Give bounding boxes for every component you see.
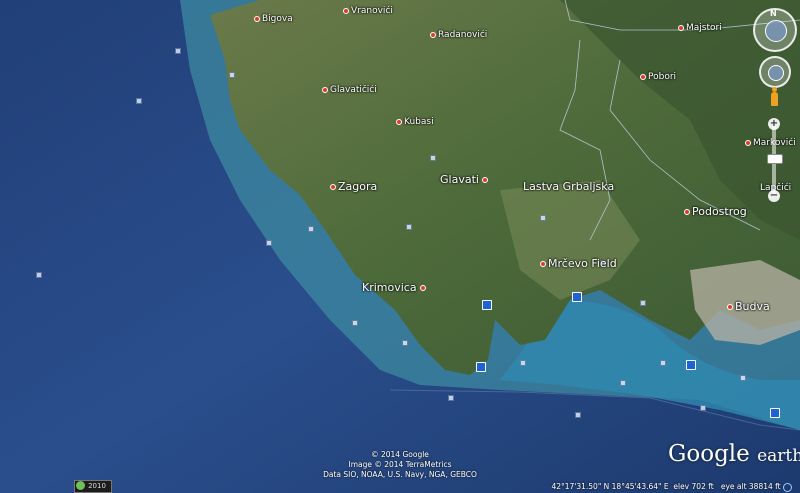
eye-alt-value: 38814 ft <box>748 482 781 491</box>
place-name: Krimovica <box>362 281 417 294</box>
place-name: Mrčevo Field <box>548 257 617 270</box>
place-dot-icon <box>419 285 426 291</box>
place-dot-icon <box>678 24 684 31</box>
place-dot-icon <box>745 139 751 146</box>
place-name: Pobori <box>648 72 677 82</box>
place-name: Bigova <box>262 14 293 24</box>
satellite-map[interactable] <box>0 0 800 493</box>
status-bar: 42°17'31.50" N 18°45'43.64" E elev 702 f… <box>0 480 800 493</box>
place-label-lastva[interactable]: Lastva Grbaljska <box>523 180 614 193</box>
photo-marker[interactable] <box>430 155 436 161</box>
google-earth-logo: Google earth <box>668 441 800 467</box>
coordinate-readout: 42°17'31.50" N 18°45'43.64" E elev 702 f… <box>551 482 792 492</box>
historical-imagery-icon[interactable] <box>76 481 85 490</box>
photo-marker[interactable] <box>308 226 314 232</box>
zoom-slider-thumb[interactable] <box>767 154 783 164</box>
place-name: Radanovići <box>438 30 488 40</box>
look-joystick[interactable] <box>765 20 787 42</box>
move-control[interactable] <box>759 56 791 88</box>
photo-marker[interactable] <box>520 360 526 366</box>
place-dot-icon <box>727 304 733 310</box>
place-label-glavati[interactable]: Glavati <box>440 173 490 186</box>
photo-marker[interactable] <box>740 375 746 381</box>
photo-marker[interactable] <box>700 405 706 411</box>
photo-pin[interactable] <box>770 408 780 418</box>
attribution-line: Data SIO, NOAA, U.S. Navy, NGA, GEBCO <box>323 470 477 479</box>
place-dot-icon <box>640 73 646 80</box>
place-label-pobori[interactable]: Pobori <box>640 72 676 82</box>
place-label-budva[interactable]: Budva <box>727 300 770 313</box>
place-label-mrcevo[interactable]: Mrčevo Field <box>540 257 617 270</box>
place-label-krimovica[interactable]: Krimovica <box>362 281 428 294</box>
place-label-vranovici[interactable]: Vranovići <box>343 6 393 16</box>
photo-marker[interactable] <box>402 340 408 346</box>
place-dot-icon <box>254 15 260 22</box>
compass-north-icon[interactable]: N <box>770 9 777 18</box>
photo-marker[interactable] <box>660 360 666 366</box>
zoom-in-button[interactable]: + <box>768 118 780 130</box>
place-label-zagora[interactable]: Zagora <box>330 180 377 193</box>
photo-pin[interactable] <box>482 300 492 310</box>
place-label-bigova[interactable]: Bigova <box>254 14 293 24</box>
place-name: Kubasi <box>404 117 434 127</box>
photo-marker[interactable] <box>620 380 626 386</box>
street-view-pegman-icon[interactable] <box>771 87 778 106</box>
place-label-kubasi[interactable]: Kubasi <box>396 117 434 127</box>
place-dot-icon <box>684 209 690 215</box>
place-name: Zagora <box>338 180 378 193</box>
place-name: Majstori <box>686 23 722 33</box>
map-attribution: © 2014 Google Image © 2014 TerraMetrics … <box>320 450 480 480</box>
place-name: Glavati <box>440 173 479 186</box>
place-dot-icon <box>343 7 349 14</box>
elevation-value: 702 ft <box>691 482 714 491</box>
streaming-status-icon <box>783 482 792 492</box>
photo-marker[interactable] <box>575 412 581 418</box>
place-dot-icon <box>540 261 546 267</box>
photo-marker[interactable] <box>266 240 272 246</box>
place-label-radanovici[interactable]: Radanovići <box>430 30 487 40</box>
place-dot-icon <box>481 177 488 183</box>
logo-earth-text: earth <box>757 446 800 466</box>
place-label-majstori[interactable]: Majstori <box>678 23 722 33</box>
photo-marker[interactable] <box>406 224 412 230</box>
photo-pin[interactable] <box>686 360 696 370</box>
place-name: Vranovići <box>351 6 393 16</box>
photo-pin[interactable] <box>476 362 486 372</box>
eye-alt-label: eye alt <box>720 482 747 491</box>
zoom-out-button[interactable]: − <box>768 190 780 202</box>
attribution-line: Image © 2014 TerraMetrics <box>348 460 452 469</box>
photo-marker[interactable] <box>540 215 546 221</box>
photo-marker[interactable] <box>229 72 235 78</box>
place-dot-icon <box>430 31 436 38</box>
photo-marker[interactable] <box>640 300 646 306</box>
photo-marker[interactable] <box>36 272 42 278</box>
place-name: Lastva Grbaljska <box>523 180 615 193</box>
place-name: Glavatičići <box>330 85 377 95</box>
place-dot-icon <box>330 184 336 190</box>
move-joystick[interactable] <box>768 65 784 81</box>
place-dot-icon <box>396 118 402 125</box>
place-label-markovici[interactable]: Markovići <box>745 138 796 148</box>
place-name: Podostrog <box>692 205 747 218</box>
photo-marker[interactable] <box>448 395 454 401</box>
place-label-podostrog[interactable]: Podostrog <box>684 205 747 218</box>
photo-marker[interactable] <box>175 48 181 54</box>
place-dot-icon <box>322 86 328 93</box>
place-label-glavatcici[interactable]: Glavatičići <box>322 85 377 95</box>
place-name: Budva <box>735 300 770 313</box>
photo-pin[interactable] <box>572 292 582 302</box>
photo-marker[interactable] <box>136 98 142 104</box>
imagery-year: 2010 <box>88 482 106 490</box>
elevation-label: elev <box>673 482 690 491</box>
attribution-line: © 2014 Google <box>371 450 429 459</box>
photo-marker[interactable] <box>352 320 358 326</box>
logo-google-text: Google <box>668 441 750 467</box>
lat-long-readout: 42°17'31.50" N 18°45'43.64" E <box>551 482 669 491</box>
